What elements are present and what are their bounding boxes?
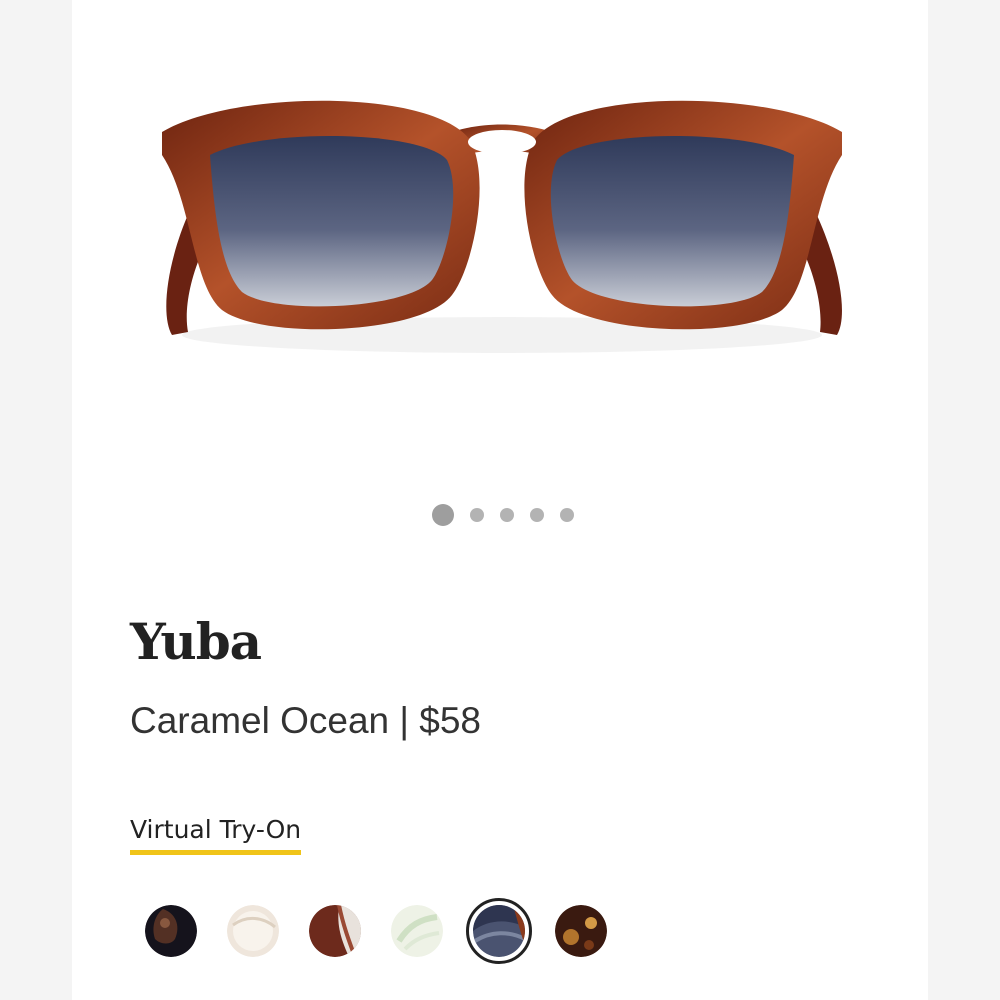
- product-image-sunglasses[interactable]: [152, 60, 852, 380]
- caramel-ocean-swatch-icon: [473, 905, 525, 957]
- pagination-dot-3[interactable]: [500, 508, 514, 522]
- swatch-option-1[interactable]: [138, 898, 204, 964]
- pagination-dot-4[interactable]: [530, 508, 544, 522]
- clear-cream-swatch-icon: [227, 905, 279, 957]
- product-title: Yuba: [130, 612, 262, 671]
- virtual-try-on-link[interactable]: Virtual Try-On: [130, 815, 302, 855]
- pagination-dot-5[interactable]: [560, 508, 574, 522]
- swatch-option-5-selected[interactable]: [466, 898, 532, 964]
- product-card: Yuba Caramel Ocean | $58 Virtual Try-On: [72, 0, 928, 1000]
- swatch-option-4[interactable]: [384, 898, 450, 964]
- color-swatch-list: [138, 898, 630, 964]
- pagination-dot-1[interactable]: [432, 504, 454, 526]
- pagination-dot-2[interactable]: [470, 508, 484, 522]
- swatch-option-2[interactable]: [220, 898, 286, 964]
- swatch-option-3[interactable]: [302, 898, 368, 964]
- black-tortoise-swatch-icon: [145, 905, 197, 957]
- dark-tortoise-swatch-icon: [555, 905, 607, 957]
- clear-mint-swatch-icon: [391, 905, 443, 957]
- image-pagination: [72, 503, 928, 527]
- brown-tortoise-swatch-icon: [309, 905, 361, 957]
- swatch-option-6[interactable]: [548, 898, 614, 964]
- product-color-price: Caramel Ocean | $58: [130, 700, 482, 741]
